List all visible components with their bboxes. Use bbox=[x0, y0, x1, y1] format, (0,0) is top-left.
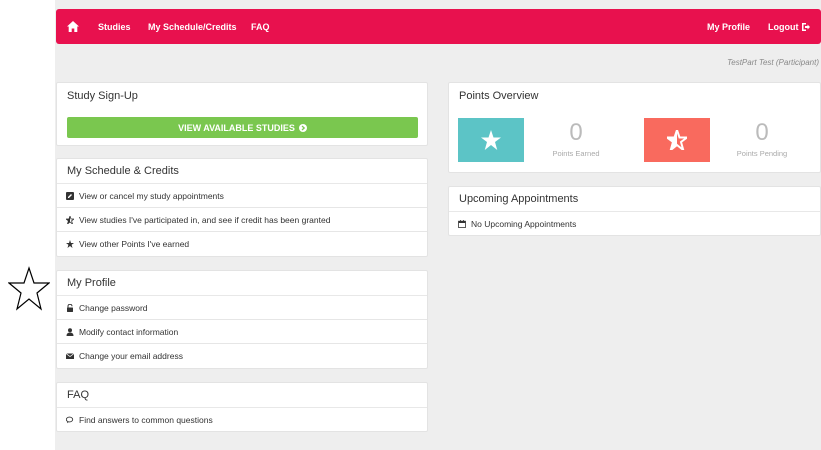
list-item: No Upcoming Appointments bbox=[449, 212, 820, 236]
points-pending-label: Points Pending bbox=[736, 149, 788, 158]
list-item[interactable]: View other Points I've earned bbox=[57, 232, 427, 256]
item-label: No Upcoming Appointments bbox=[471, 219, 577, 229]
list-item[interactable]: Change password bbox=[57, 296, 427, 320]
nav-faq[interactable]: FAQ bbox=[251, 22, 270, 32]
item-label: View studies I've participated in, and s… bbox=[79, 214, 331, 225]
list-item[interactable]: Change your email address bbox=[57, 344, 427, 368]
panel-title: My Profile bbox=[57, 271, 427, 296]
list-item[interactable]: View studies I've participated in, and s… bbox=[57, 208, 427, 232]
upcoming-appointments-panel: Upcoming Appointments No Upcoming Appoin… bbox=[448, 186, 821, 236]
logout-label: Logout bbox=[768, 22, 799, 32]
item-label: Find answers to common questions bbox=[79, 415, 213, 425]
item-label: Change password bbox=[79, 302, 148, 313]
panel-title: FAQ bbox=[57, 383, 427, 408]
nav-my-profile[interactable]: My Profile bbox=[707, 22, 750, 32]
nav-studies[interactable]: Studies bbox=[98, 22, 131, 32]
list-item[interactable]: View or cancel my study appointments bbox=[57, 184, 427, 208]
points-earned-label: Points Earned bbox=[552, 149, 600, 158]
panel-title: Upcoming Appointments bbox=[449, 187, 820, 212]
item-label: View or cancel my study appointments bbox=[79, 190, 224, 201]
star-icon bbox=[66, 240, 74, 248]
points-pending-value: 0 bbox=[755, 119, 769, 146]
item-label: Modify contact information bbox=[79, 326, 179, 337]
home-icon[interactable] bbox=[67, 21, 79, 32]
edit-icon bbox=[66, 191, 74, 200]
points-overview-panel: Points Overview 0 Points Earned 0 Points… bbox=[448, 82, 821, 173]
study-signup-panel: Study Sign-Up VIEW AVAILABLE STUDIES bbox=[56, 82, 428, 146]
points-earned-box bbox=[458, 118, 524, 162]
lock-icon bbox=[67, 303, 73, 312]
star-icon bbox=[481, 130, 501, 150]
schedule-credits-panel: My Schedule & Credits View or cancel my … bbox=[56, 158, 428, 257]
points-earned-value: 0 bbox=[569, 119, 583, 146]
my-profile-panel: My Profile Change password Modify contac… bbox=[56, 270, 428, 369]
comments-icon bbox=[66, 416, 74, 424]
half-star-icon bbox=[66, 215, 74, 224]
half-star-icon bbox=[667, 130, 687, 150]
outline-star-icon bbox=[8, 266, 50, 311]
points-pending-box bbox=[644, 118, 710, 162]
list-item[interactable]: Modify contact information bbox=[57, 320, 427, 344]
envelope-icon bbox=[66, 353, 74, 359]
view-available-studies-button[interactable]: VIEW AVAILABLE STUDIES bbox=[67, 117, 418, 138]
current-user-label: TestPart Test (Participant) bbox=[727, 58, 819, 67]
calendar-icon bbox=[458, 220, 466, 228]
faq-panel: FAQ Find answers to common questions bbox=[56, 382, 428, 432]
panel-title: Study Sign-Up bbox=[67, 89, 138, 102]
panel-title: Points Overview bbox=[459, 89, 539, 102]
list-item[interactable]: Find answers to common questions bbox=[57, 408, 427, 432]
item-label: Change your email address bbox=[79, 351, 183, 361]
item-label: View other Points I've earned bbox=[79, 239, 190, 249]
nav-logout[interactable]: Logout bbox=[768, 22, 810, 32]
panel-title: My Schedule & Credits bbox=[57, 159, 427, 184]
sign-out-icon bbox=[801, 23, 810, 31]
top-navbar: Studies My Schedule/Credits FAQ My Profi… bbox=[56, 9, 821, 44]
button-label: VIEW AVAILABLE STUDIES bbox=[178, 122, 295, 133]
chevron-circle-right-icon bbox=[298, 123, 307, 132]
user-icon bbox=[66, 327, 74, 336]
nav-schedule-credits[interactable]: My Schedule/Credits bbox=[148, 22, 237, 32]
